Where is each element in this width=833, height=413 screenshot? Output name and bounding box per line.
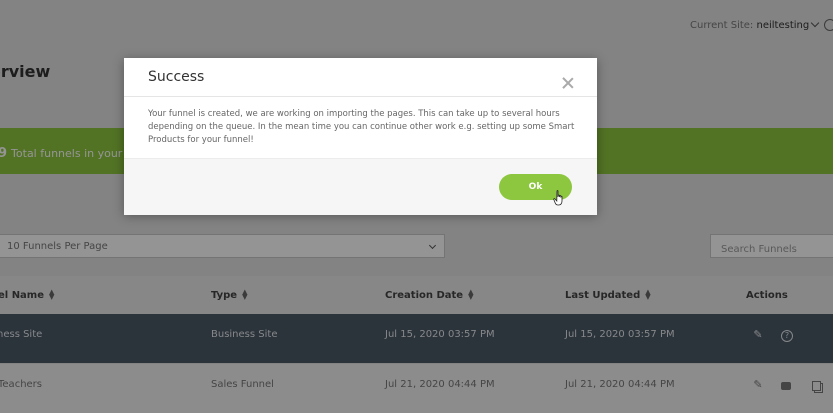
dialog-footer: Ok	[124, 158, 597, 215]
dialog-header: Success	[124, 58, 597, 97]
close-icon[interactable]	[561, 76, 575, 90]
success-dialog: Success Your funnel is created, we are w…	[124, 58, 597, 215]
hand-cursor-icon	[553, 190, 563, 206]
dialog-message: Your funnel is created, we are working o…	[148, 109, 575, 145]
dialog-title: Success	[148, 69, 205, 85]
